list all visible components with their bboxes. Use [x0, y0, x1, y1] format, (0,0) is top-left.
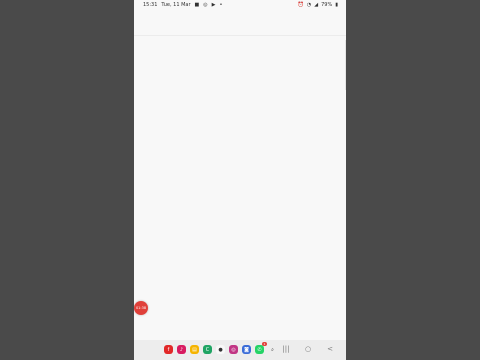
navigation-bar: f ♪ ▤ C ● ◎ ◙ ✆ 1 ⌕ ||| ○ <	[134, 340, 346, 360]
back-button[interactable]: <	[326, 344, 334, 355]
status-date: Tue, 11 Mar	[161, 2, 191, 8]
gallery-app-icon[interactable]: ◙	[242, 345, 251, 354]
recording-timer: 01:38	[135, 306, 147, 310]
dot-icon: •	[219, 2, 223, 8]
files-app-icon[interactable]: ▤	[190, 345, 199, 354]
phone-screen: 15:31 Tue, 11 Mar ■ ◎ ▶ • ⏰ ◔ ◢ 79% ▮ 01…	[134, 0, 346, 360]
recents-button[interactable]: |||	[282, 344, 290, 355]
content-area[interactable]	[134, 36, 346, 340]
wifi-icon: ◔	[306, 2, 312, 8]
screen-recorder-bubble[interactable]: 01:38	[134, 301, 148, 315]
battery-icon: ▮	[335, 2, 338, 8]
app-bar	[134, 11, 346, 36]
flipboard-app-icon[interactable]: f	[164, 345, 173, 354]
status-right: ⏰ ◔ ◢ 79% ▮	[298, 2, 338, 8]
home-button[interactable]: ○	[304, 344, 312, 355]
notification-badge: 1	[262, 342, 267, 346]
scrollbar[interactable]	[345, 40, 346, 90]
app-dock: f ♪ ▤ C ● ◎ ◙ ✆ 1 ⌕	[164, 342, 277, 354]
signal-icon: ◢	[314, 2, 319, 8]
status-left: 15:31 Tue, 11 Mar ■ ◎ ▶ •	[143, 2, 222, 8]
chat-icon: ■	[194, 2, 200, 8]
whatsapp-app-icon[interactable]: ✆ 1	[255, 342, 267, 354]
music-app-icon[interactable]: ♪	[177, 345, 186, 354]
messages-app-icon[interactable]: ●	[216, 345, 225, 354]
youtube-icon: ▶	[211, 2, 216, 8]
status-bar: 15:31 Tue, 11 Mar ■ ◎ ▶ • ⏰ ◔ ◢ 79% ▮	[134, 0, 346, 11]
instagram-app-icon[interactable]: ◎	[229, 345, 238, 354]
status-time: 15:31	[143, 2, 158, 8]
battery-percent: 79%	[321, 2, 333, 8]
instagram-icon: ◎	[203, 2, 208, 8]
system-nav: ||| ○ <	[282, 344, 334, 355]
alarm-icon: ⏰	[297, 2, 304, 8]
search-app-icon[interactable]: ⌕	[268, 345, 277, 354]
ccleaner-app-icon[interactable]: C	[203, 345, 212, 354]
